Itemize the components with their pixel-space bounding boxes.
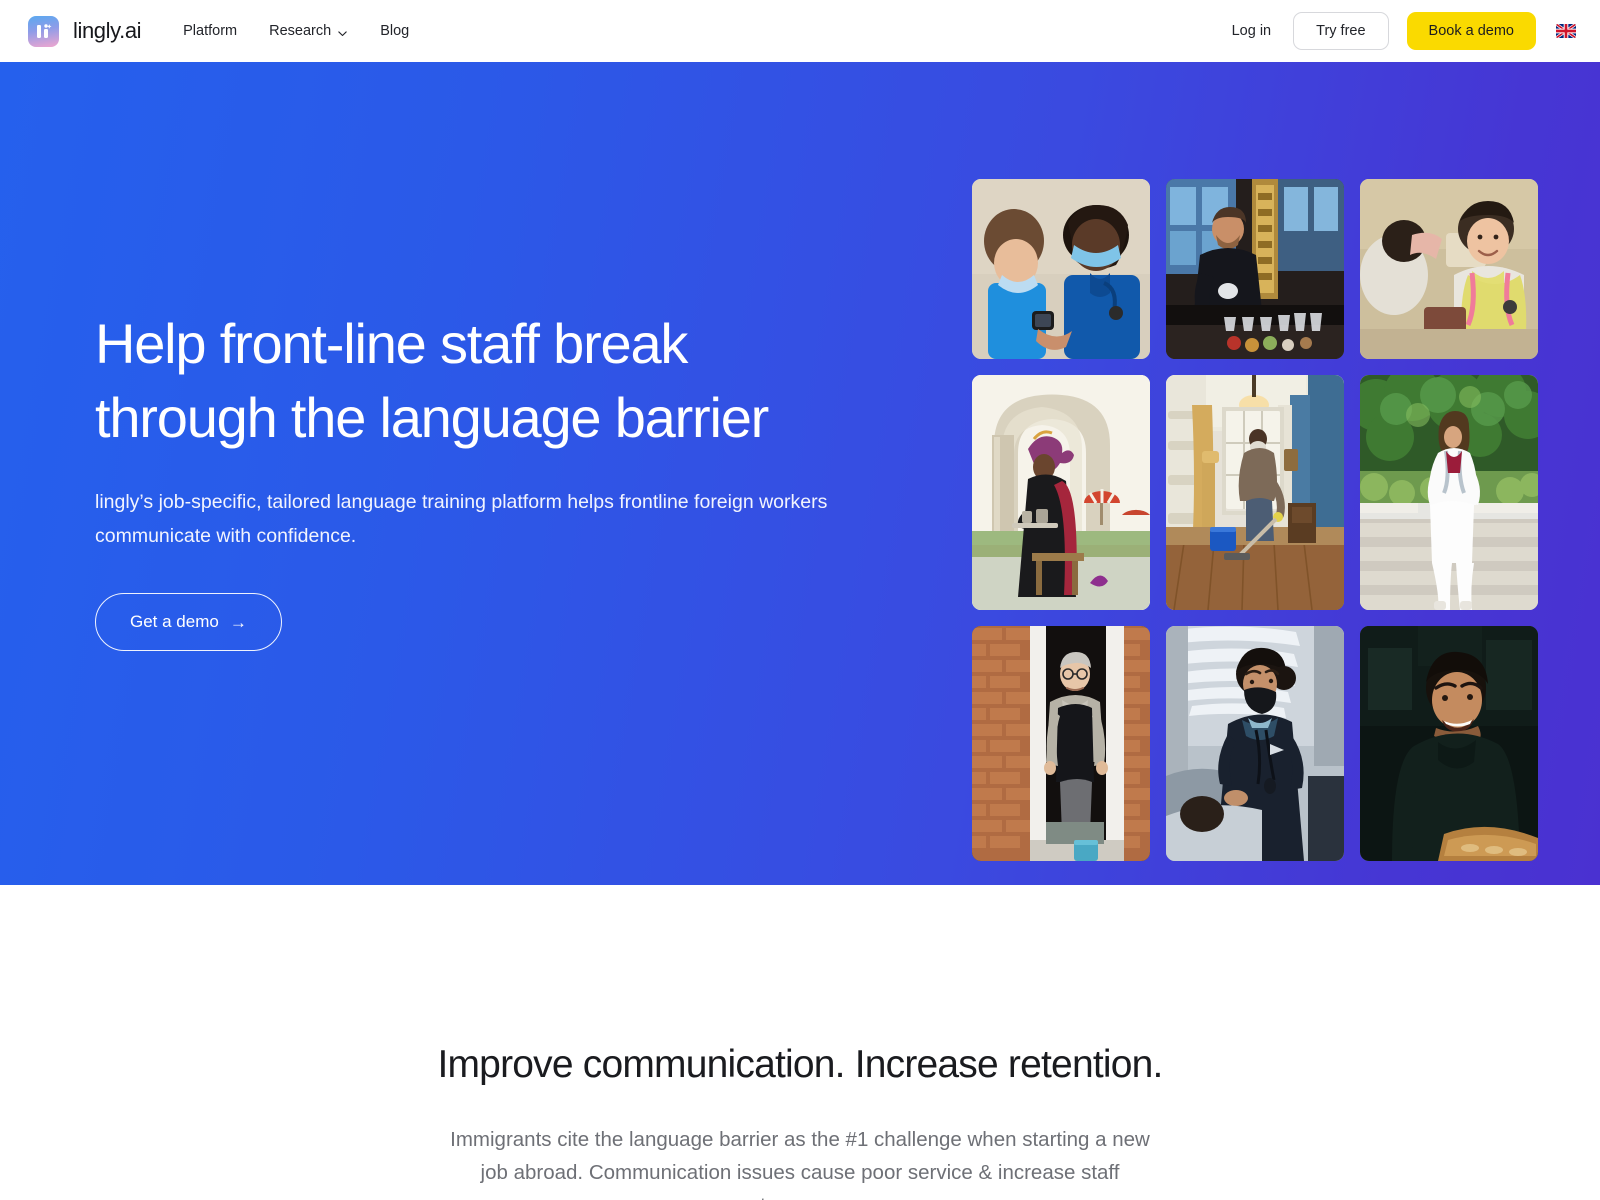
book-a-demo-button[interactable]: Book a demo xyxy=(1406,12,1536,50)
page-title: Help front-line staff break through the … xyxy=(95,307,835,455)
nav-link-blog-label: Blog xyxy=(380,23,410,39)
hero-photo-nurse-outdoors xyxy=(1360,375,1538,610)
hero-photo-elderly-worker-doorway xyxy=(972,626,1150,861)
hero-photo-flight-attendant xyxy=(1166,626,1344,861)
nav-link-research-label: Research xyxy=(269,23,332,39)
hero-photo-cleaner-hallway xyxy=(1166,375,1344,610)
top-navigation-bar: lingly.ai Platform Research Blog Log in … xyxy=(0,0,1600,62)
brand-logo[interactable]: lingly.ai xyxy=(28,15,142,47)
nav-actions: Log in Try free Book a demo xyxy=(1228,12,1576,50)
hero-photo-hospitality-bartender xyxy=(1166,179,1344,359)
primary-nav-links: Platform Research Blog xyxy=(183,23,409,39)
nav-link-research[interactable]: Research xyxy=(269,23,348,39)
hero-section: Help front-line staff break through the … xyxy=(0,62,1600,885)
hero-title-line-2: through the language barrier xyxy=(95,385,769,449)
get-a-demo-button[interactable]: Get a demo → xyxy=(95,593,282,652)
try-free-button[interactable]: Try free xyxy=(1293,12,1389,50)
hero-photo-healthcare-nurses xyxy=(972,179,1150,359)
hero-photo-hotel-waiter xyxy=(972,375,1150,610)
hero-copy-block: Help front-line staff break through the … xyxy=(0,62,900,652)
nav-link-platform[interactable]: Platform xyxy=(183,23,237,39)
nav-link-blog[interactable]: Blog xyxy=(380,23,409,39)
section-body-line-1: Immigrants cite the language barrier as … xyxy=(450,1127,1017,1151)
lingly-logo-icon xyxy=(28,15,59,47)
arrow-right-icon: → xyxy=(229,612,247,632)
hero-subtitle: lingly’s job-specific, tailored language… xyxy=(95,490,828,547)
nav-link-platform-label: Platform xyxy=(183,23,238,39)
hero-photo-care-worker xyxy=(1360,179,1538,359)
section-title: Improve communication. Increase retentio… xyxy=(437,1043,1163,1086)
hero-title-line-1: Help front-line staff break xyxy=(95,312,688,375)
hero-photo-grid xyxy=(972,179,1538,861)
login-link[interactable]: Log in xyxy=(1228,17,1276,45)
hero-photo-chef-portrait xyxy=(1360,626,1538,861)
chevron-down-icon xyxy=(337,27,348,38)
value-proposition-section: Improve communication. Increase retentio… xyxy=(0,885,1600,1200)
uk-flag-icon[interactable] xyxy=(1556,24,1576,38)
get-a-demo-label: Get a demo xyxy=(130,612,219,632)
section-body: Immigrants cite the language barrier as … xyxy=(450,1123,1150,1200)
brand-name: lingly.ai xyxy=(73,18,142,43)
